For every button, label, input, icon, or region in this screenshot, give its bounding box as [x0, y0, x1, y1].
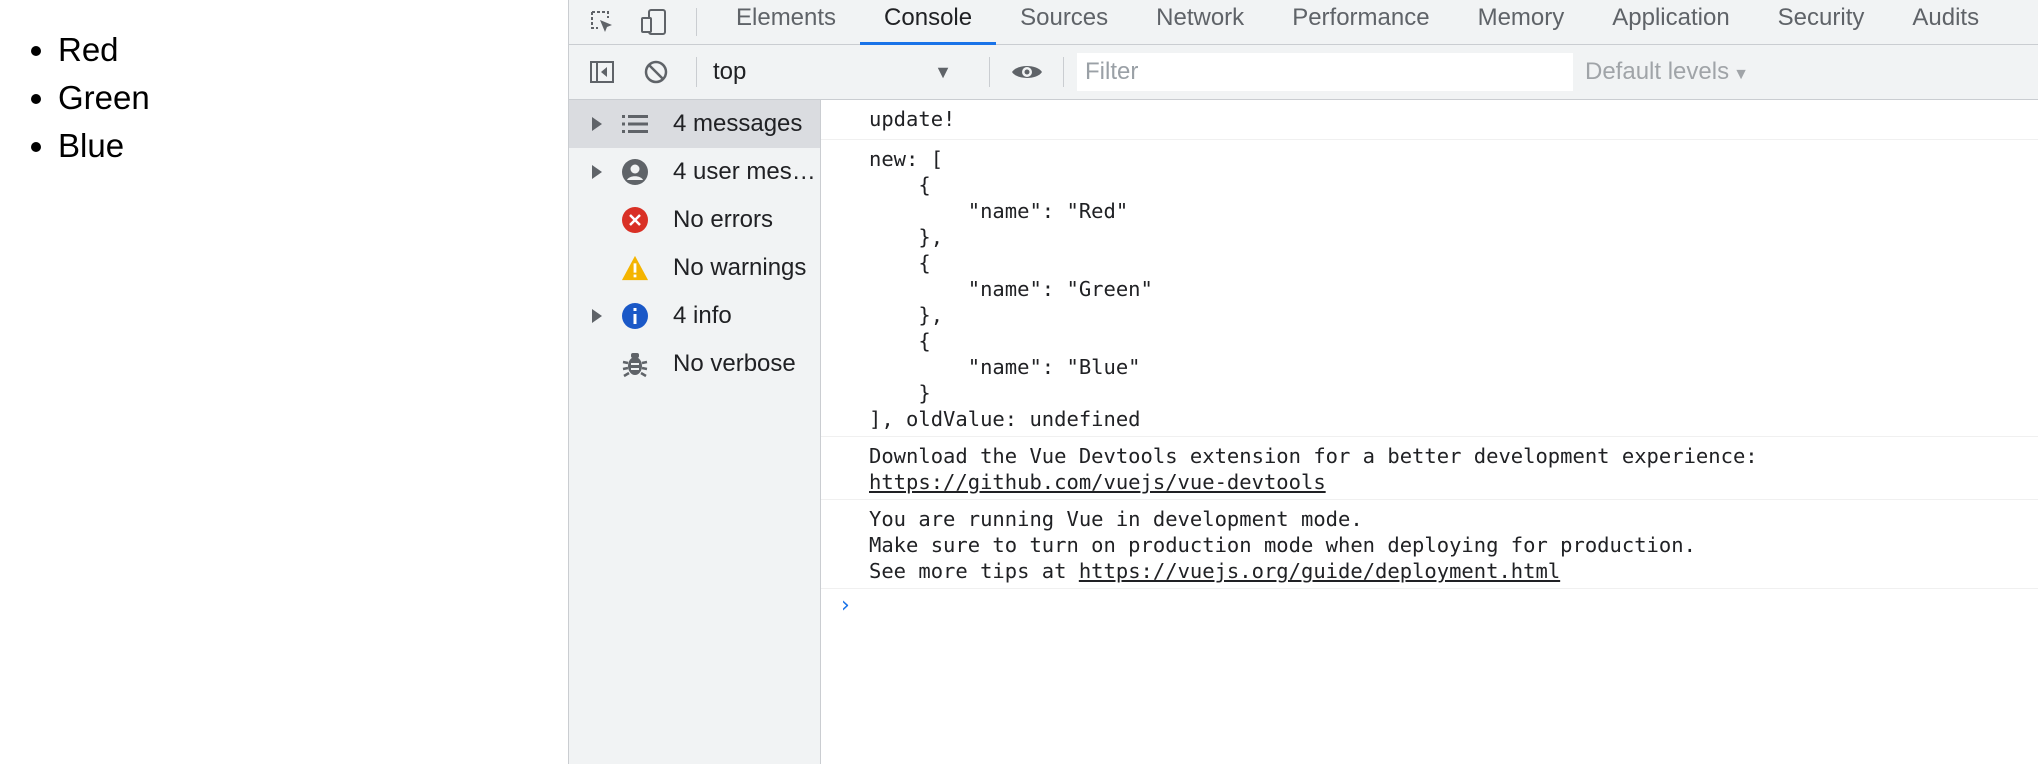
info-icon [621, 302, 649, 330]
expand-triangle-icon[interactable] [592, 309, 602, 323]
message-line: "name": "Red" [869, 199, 1129, 223]
sidebar-item-label: No errors [673, 206, 774, 233]
sidebar-item-info[interactable]: 4 info [569, 292, 820, 340]
list-icon [621, 110, 649, 138]
console-message: update! [821, 100, 2038, 140]
console-toolbar: top ▼ Default levels▼ [569, 45, 2038, 100]
console-message: You are running Vue in development mode.… [821, 500, 2038, 589]
message-line: You are running Vue in development mode. [869, 507, 1363, 531]
list-item: Blue [58, 122, 150, 170]
console-message: Download the Vue Devtools extension for … [821, 437, 2038, 500]
list-item: Green [58, 74, 150, 122]
message-line: Download the Vue Devtools extension for … [869, 444, 1758, 468]
tab-network[interactable]: Network [1132, 0, 1268, 44]
color-list: Red Green Blue [58, 26, 150, 170]
message-text: See more tips at [869, 559, 1079, 583]
sidebar-toggle-icon[interactable] [585, 45, 619, 99]
message-line: Make sure to turn on production mode whe… [869, 533, 1696, 557]
message-line: }, [869, 303, 944, 327]
expand-triangle-icon[interactable] [592, 117, 602, 131]
prompt-chevron-icon: › [841, 593, 850, 618]
message-line: new: [ [869, 147, 944, 171]
vue-devtools-link[interactable]: https://github.com/vuejs/vue-devtools [869, 470, 1326, 494]
filter-input[interactable] [1077, 53, 1573, 91]
message-line: } [869, 381, 931, 405]
console-output: update! new: [ { "name": "Red" }, { "nam… [821, 100, 2038, 764]
tab-memory[interactable]: Memory [1454, 0, 1589, 44]
console-message: new: [ { "name": "Red" }, { "name": "Gre… [821, 140, 2038, 437]
error-icon [621, 206, 649, 234]
toolbar-divider [989, 57, 990, 87]
chevron-down-icon: ▼ [934, 62, 952, 82]
tabbar-divider [696, 8, 697, 36]
message-line: "name": "Blue" [869, 355, 1141, 379]
device-toolbar-icon[interactable] [637, 0, 671, 44]
message-line: }, [869, 225, 944, 249]
tab-application[interactable]: Application [1588, 0, 1753, 44]
sidebar-item-messages[interactable]: 4 messages [569, 100, 820, 148]
inspect-element-icon[interactable] [585, 0, 619, 44]
list-item: Red [58, 26, 150, 74]
sidebar-item-verbose[interactable]: No verbose [569, 340, 820, 388]
toolbar-divider [1063, 57, 1064, 87]
vue-deployment-link[interactable]: https://vuejs.org/guide/deployment.html [1079, 559, 1560, 583]
chevron-down-icon: ▼ [1733, 66, 1749, 83]
expand-triangle-icon[interactable] [592, 165, 602, 179]
live-expression-eye-icon[interactable] [1005, 45, 1049, 99]
sidebar-item-warnings[interactable]: No warnings [569, 244, 820, 292]
context-value: top [713, 58, 747, 85]
levels-label: Default levels [1585, 58, 1730, 85]
execution-context-select[interactable]: top ▼ [713, 53, 958, 91]
tab-security[interactable]: Security [1754, 0, 1889, 44]
user-icon [621, 158, 649, 186]
message-line: "name": "Green" [869, 277, 1153, 301]
log-levels-dropdown[interactable]: Default levels ▼ [1585, 53, 1749, 91]
tab-strip: Elements Console Sources Network Perform… [712, 0, 2003, 45]
message-text: update! [869, 107, 956, 131]
sidebar-item-label: 4 messages [673, 110, 803, 137]
bug-icon [621, 350, 649, 378]
sidebar-item-label: No warnings [673, 254, 807, 281]
console-prompt[interactable]: › [821, 589, 2038, 629]
page-viewport: Red Green Blue [0, 0, 568, 764]
tab-performance[interactable]: Performance [1268, 0, 1453, 44]
devtools-panel: Elements Console Sources Network Perform… [568, 0, 2038, 764]
sidebar-item-user-messages[interactable]: 4 user mes… [569, 148, 820, 196]
tab-sources[interactable]: Sources [996, 0, 1132, 44]
sidebar-item-label: No verbose [673, 350, 796, 377]
tab-elements[interactable]: Elements [712, 0, 860, 44]
message-line: { [869, 173, 931, 197]
console-sidebar: 4 messages 4 user mes… No errors No warn… [569, 100, 821, 764]
message-line: { [869, 251, 931, 275]
sidebar-item-label: 4 user mes… [673, 158, 816, 185]
clear-console-icon[interactable] [639, 45, 673, 99]
message-line: ], oldValue: undefined [869, 407, 1141, 431]
toolbar-divider [696, 57, 697, 87]
devtools-tabbar: Elements Console Sources Network Perform… [569, 0, 2038, 45]
sidebar-item-errors[interactable]: No errors [569, 196, 820, 244]
tab-audits[interactable]: Audits [1888, 0, 2003, 44]
sidebar-item-label: 4 info [673, 302, 732, 329]
tab-console[interactable]: Console [860, 0, 997, 45]
warning-icon [621, 254, 649, 282]
message-line: { [869, 329, 931, 353]
